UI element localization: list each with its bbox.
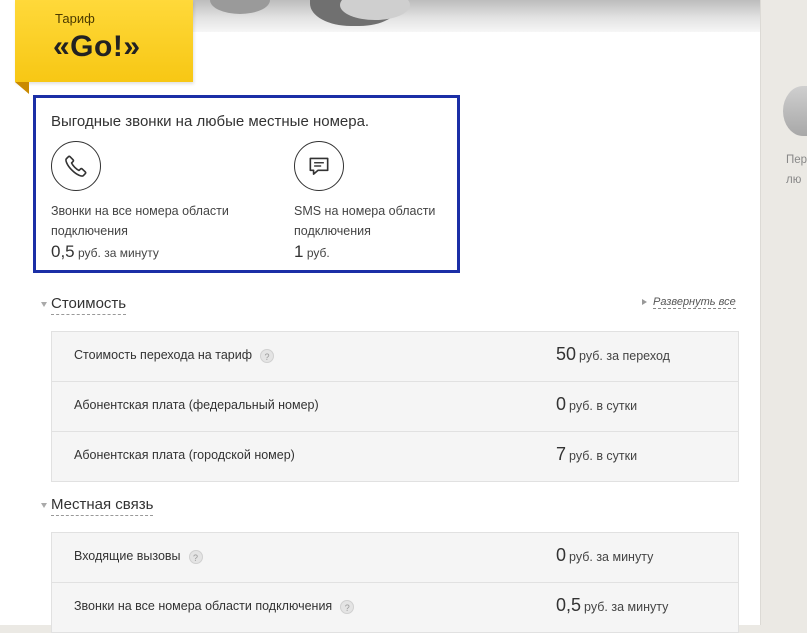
tariff-ribbon: Тариф «Go!» <box>15 0 193 82</box>
feature-calls-description: Звонки на все номера области подключения <box>51 204 229 238</box>
table-row: Стоимость перехода на тариф? 50 руб. за п… <box>52 332 738 382</box>
row-value-number: 50 <box>556 344 577 364</box>
row-label: Входящие вызовы? <box>74 549 203 564</box>
expand-all-label: Развернуть все <box>653 296 736 309</box>
row-value-unit: руб. в сутки <box>569 449 638 463</box>
feature-calls-price-value: 0,5 <box>51 242 75 261</box>
section-title-local[interactable]: Местная связь <box>51 496 154 516</box>
row-value-number: 0,5 <box>556 595 582 615</box>
row-value: 7 руб. в сутки <box>556 444 637 465</box>
row-value: 0 руб. в сутки <box>556 394 637 415</box>
sidebar-text: Пер лю <box>786 150 807 190</box>
section-collapse-caret-icon[interactable] <box>41 503 47 508</box>
row-label-text: Входящие вызовы <box>74 549 181 563</box>
row-label-text: Абонентская плата (городской номер) <box>74 448 295 462</box>
row-value-number: 0 <box>556 394 567 414</box>
row-label: Звонки на все номера области подключения… <box>74 599 355 614</box>
row-value-unit: руб. за переход <box>579 349 670 363</box>
feature-calls-price-unit: руб. за минуту <box>77 246 159 260</box>
feature-calls-price: 0,5 руб. за минуту <box>51 242 266 262</box>
help-icon[interactable]: ? <box>188 549 203 564</box>
row-label: Абонентская плата (городской номер) <box>74 448 295 462</box>
row-label: Абонентская плата (федеральный номер) <box>74 398 319 412</box>
help-icon[interactable]: ? <box>260 348 274 363</box>
cost-table: Стоимость перехода на тариф? 50 руб. за п… <box>51 331 739 482</box>
feature-sms-price: 1 руб. <box>294 242 509 262</box>
row-value-unit: руб. за минуту <box>569 550 654 564</box>
feature-sms-price-value: 1 <box>294 242 304 261</box>
row-label-text: Стоимость перехода на тариф <box>74 348 252 362</box>
feature-sms-description: SMS на номера области подключения <box>294 204 436 238</box>
row-value-number: 0 <box>556 545 567 565</box>
table-row: Входящие вызовы? 0 руб. за минуту <box>52 533 738 583</box>
phone-icon <box>51 141 101 191</box>
promo-headline: Выгодные звонки на любые местные номера. <box>51 113 370 130</box>
table-row: Абонентская плата (городской номер) 7 руб… <box>52 432 738 481</box>
sms-icon <box>294 141 344 191</box>
row-value-unit: руб. за минуту <box>584 600 669 614</box>
row-value-unit: руб. в сутки <box>569 399 638 413</box>
local-table: Входящие вызовы? 0 руб. за минуту Звонки … <box>51 532 739 633</box>
row-value: 0 руб. за минуту <box>556 545 653 566</box>
section-collapse-caret-icon[interactable] <box>41 302 47 307</box>
feature-sms: SMS на номера области подключения 1 руб. <box>294 141 509 262</box>
promo-box: Выгодные звонки на любые местные номера.… <box>33 95 460 273</box>
row-label-text: Звонки на все номера области подключения <box>74 599 333 613</box>
row-label: Стоимость перехода на тариф? <box>74 348 274 363</box>
sidebar-avatar[interactable] <box>783 86 807 136</box>
row-value-number: 7 <box>556 444 567 464</box>
page-content: Тариф «Go!» Выгодные звонки на любые мес… <box>0 0 761 633</box>
sidebar-text-line: лю <box>786 174 802 186</box>
triangle-right-icon <box>642 299 647 306</box>
section-title-cost[interactable]: Стоимость <box>51 295 127 315</box>
sidebar-text-line: Пер <box>786 154 807 166</box>
help-icon[interactable]: ? <box>340 599 355 614</box>
row-value: 0,5 руб. за минуту <box>556 595 668 616</box>
expand-all-link[interactable]: Развернуть все <box>642 296 736 309</box>
ribbon-fold <box>15 82 29 94</box>
row-value: 50 руб. за переход <box>556 344 670 365</box>
tariff-label: Тариф <box>55 11 95 26</box>
feature-sms-price-unit: руб. <box>306 246 330 260</box>
feature-calls: Звонки на все номера области подключения… <box>51 141 266 262</box>
tariff-name: «Go!» <box>53 30 141 63</box>
hero-image <box>190 0 760 32</box>
row-label-text: Абонентская плата (федеральный номер) <box>74 398 319 412</box>
table-row: Абонентская плата (федеральный номер) 0р… <box>52 382 738 432</box>
